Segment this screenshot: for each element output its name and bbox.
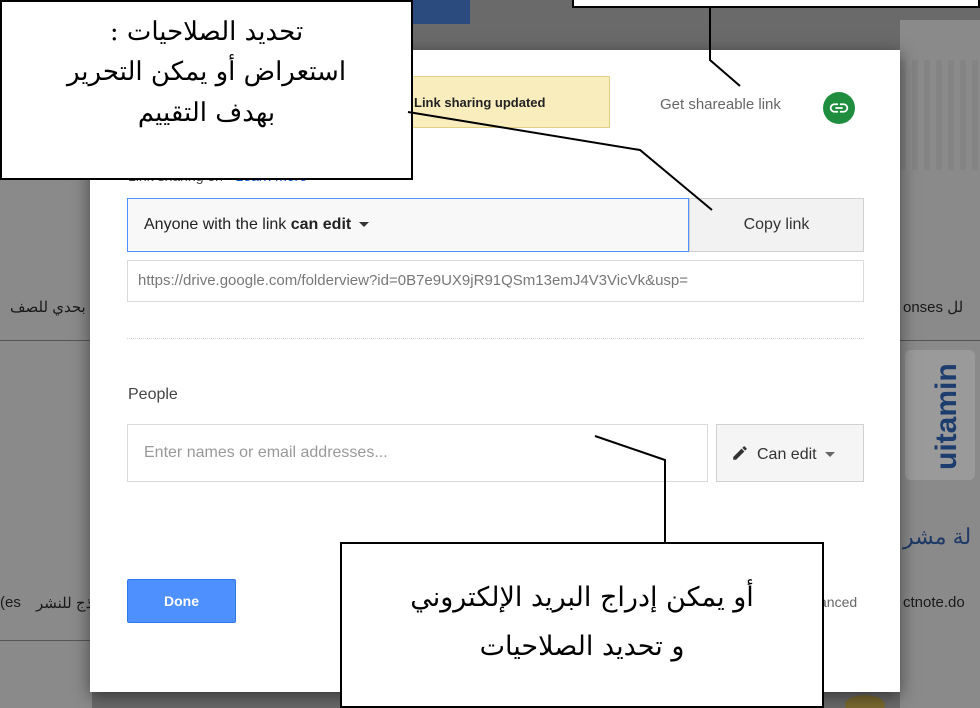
pointer-line-shareable	[709, 8, 741, 87]
annotation-pointer-lines	[407, 8, 741, 542]
pointer-line-people	[594, 435, 666, 542]
pointer-line-copy	[407, 111, 713, 211]
